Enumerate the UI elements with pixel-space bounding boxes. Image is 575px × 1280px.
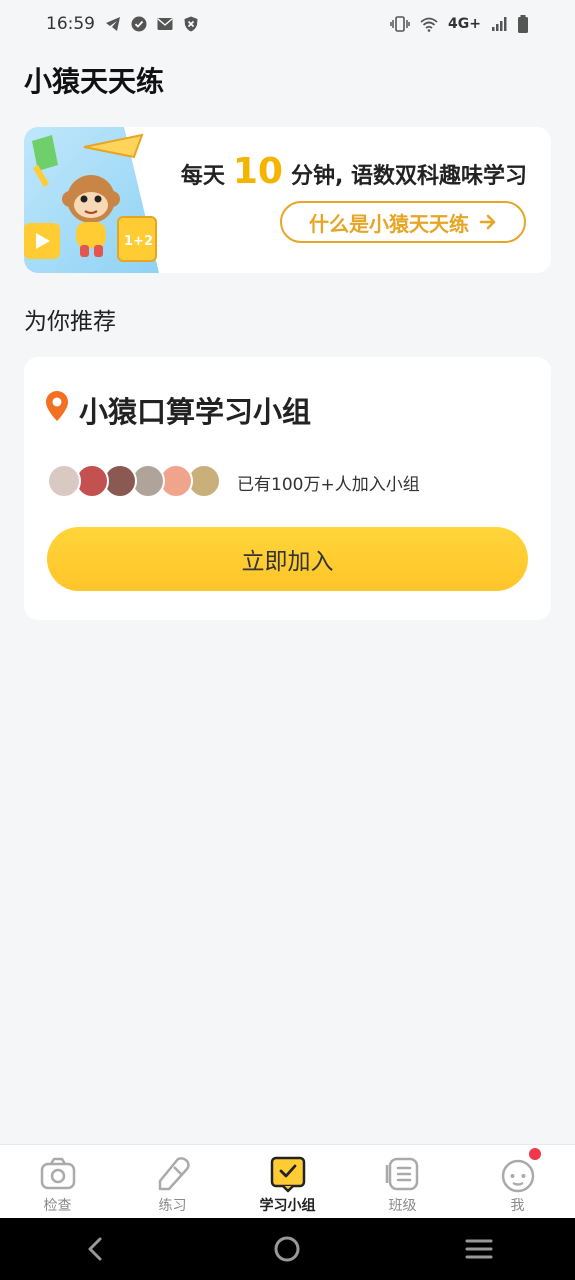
camera-icon bbox=[40, 1157, 75, 1190]
group-name: 小猿口算学习小组 bbox=[79, 395, 312, 429]
svg-text:1+2: 1+2 bbox=[124, 234, 153, 249]
join-button-label: 立即加入 bbox=[241, 549, 334, 575]
telegram-icon bbox=[106, 17, 120, 31]
network-type: 4G+ bbox=[448, 16, 481, 32]
member-count-text: 已有100万+人加入小组 bbox=[237, 475, 420, 495]
signal-icon bbox=[492, 17, 507, 31]
wifi-icon bbox=[420, 17, 438, 32]
group-card[interactable]: 小猿口算学习小组 已有100万+人加入小组 立即加入 bbox=[24, 357, 551, 620]
recents-menu-icon[interactable] bbox=[461, 1231, 497, 1267]
tab-check[interactable]: 检查 bbox=[0, 1145, 115, 1219]
mail-icon bbox=[157, 18, 173, 30]
battery-icon bbox=[518, 15, 528, 33]
banner-slogan: 每天 10 分钟, 语数双科趣味学习 bbox=[181, 151, 527, 192]
join-button[interactable]: 立即加入 bbox=[47, 527, 528, 591]
monkey-mascot-illustration: 1+2 bbox=[24, 127, 159, 273]
banner-text-before: 每天 bbox=[180, 164, 225, 189]
tab-me-label: 我 bbox=[510, 1198, 525, 1214]
tab-class-label: 班级 bbox=[388, 1198, 417, 1214]
tab-study-group[interactable]: 学习小组 bbox=[230, 1145, 345, 1219]
arrow-right-icon bbox=[479, 214, 496, 230]
shield-icon bbox=[184, 16, 198, 32]
member-avatars bbox=[47, 464, 221, 498]
study-group-icon bbox=[270, 1156, 305, 1193]
home-icon[interactable] bbox=[269, 1231, 305, 1267]
tab-me[interactable]: 我 bbox=[460, 1145, 575, 1219]
recommend-section-title: 为你推荐 bbox=[24, 309, 116, 335]
status-bar: 16:59 4G+ bbox=[0, 0, 575, 48]
tab-practice[interactable]: 练习 bbox=[115, 1145, 230, 1219]
banner-text-after: 分钟, 语数双科趣味学习 bbox=[290, 164, 527, 189]
intro-banner[interactable]: 1+2 每天 10 分钟, 语数双科趣味学习 什么是小猿天天练 bbox=[24, 127, 551, 273]
member-avatar bbox=[47, 464, 81, 498]
check-badge-icon bbox=[131, 16, 147, 32]
status-time: 16:59 bbox=[46, 14, 95, 34]
tab-practice-label: 练习 bbox=[158, 1198, 187, 1214]
pencil-icon bbox=[158, 1157, 190, 1191]
profile-icon bbox=[501, 1159, 534, 1193]
back-icon[interactable] bbox=[78, 1231, 114, 1267]
tab-check-label: 检查 bbox=[43, 1198, 72, 1214]
tab-class[interactable]: 班级 bbox=[345, 1145, 460, 1219]
location-pin-icon bbox=[46, 391, 68, 421]
what-is-button-label: 什么是小猿天天练 bbox=[309, 211, 469, 236]
tab-study-group-label: 学习小组 bbox=[259, 1198, 316, 1214]
banner-highlight-number: 10 bbox=[232, 151, 283, 192]
notification-badge bbox=[529, 1148, 541, 1160]
bottom-tab-bar: 检查 练习 学习小组 班级 我 bbox=[0, 1144, 575, 1219]
what-is-button[interactable]: 什么是小猿天天练 bbox=[280, 201, 526, 243]
class-icon bbox=[385, 1157, 418, 1191]
page-title: 小猿天天练 bbox=[24, 65, 165, 98]
system-nav-bar bbox=[0, 1218, 575, 1280]
vibrate-icon bbox=[390, 16, 410, 32]
